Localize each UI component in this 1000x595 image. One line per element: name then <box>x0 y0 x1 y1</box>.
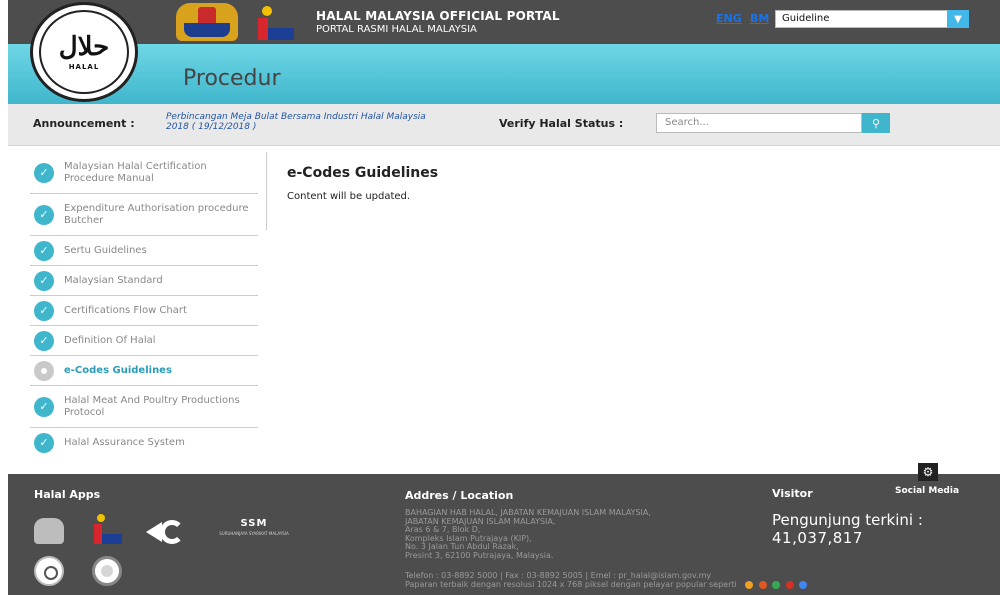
address-block: BAHAGIAN HAB HALAL, JABATAN KEMAJUAN ISL… <box>405 508 745 561</box>
ssm-subtext: SURUHANJAYA SYARIKAT MALAYSIA <box>219 531 289 536</box>
sidebar-item-halal-assurance-system[interactable]: ✓ Halal Assurance System <box>30 428 258 458</box>
app-jakim-moon <box>97 514 105 522</box>
visitor-heading: Visitor <box>772 487 813 500</box>
content-body: Content will be updated. <box>287 191 411 202</box>
search-button[interactable]: ⚲ <box>862 113 890 133</box>
check-icon: ✓ <box>34 300 54 321</box>
sidebar-item-e-codes-guidelines[interactable]: e-Codes Guidelines <box>30 356 258 386</box>
browser-icons <box>742 580 808 589</box>
app-k-logo[interactable] <box>146 518 186 544</box>
app-k-circle <box>160 520 184 544</box>
sidebar-item-label: Sertu Guidelines <box>64 244 147 256</box>
gear-icon[interactable]: ⚙ <box>918 463 938 481</box>
jakim-moon <box>262 6 272 16</box>
sidebar-item-label: Malaysian Standard <box>64 274 163 286</box>
halal-logo-script: حلال <box>58 32 110 62</box>
sidebar-item-label: Definition Of Halal <box>64 334 156 346</box>
sidebar-item-sertu-guidelines[interactable]: ✓ Sertu Guidelines <box>30 236 258 266</box>
sidebar-item-malaysian-standard[interactable]: ✓ Malaysian Standard <box>30 266 258 296</box>
halal-logo-inner: حلال HALAL <box>39 10 129 94</box>
firefox-icon <box>758 580 767 589</box>
content-divider <box>266 152 267 230</box>
sidebar-item-definition-of-halal[interactable]: ✓ Definition Of Halal <box>30 326 258 356</box>
sidebar-item-halal-certification-manual[interactable]: ✓ Malaysian Halal Certification Procedur… <box>30 152 258 194</box>
check-icon: ✓ <box>34 162 54 183</box>
app-circle-logo-1[interactable] <box>34 556 64 586</box>
sidebar-item-meat-poultry-protocol[interactable]: ✓ Halal Meat And Poultry Productions Pro… <box>30 386 258 428</box>
ie-icon <box>745 580 754 589</box>
app-jakim-red <box>94 524 102 544</box>
chrome-icon <box>772 580 781 589</box>
sidebar-item-label: Certifications Flow Chart <box>64 304 187 316</box>
app-ssm-logo[interactable]: SSM SURUHANJAYA SYARIKAT MALAYSIA <box>212 518 296 540</box>
content-title: e-Codes Guidelines <box>287 165 439 181</box>
page-title: Procedur <box>183 66 281 91</box>
procedure-sidebar: ✓ Malaysian Halal Certification Procedur… <box>30 152 258 458</box>
halal-logo-word: HALAL <box>68 63 100 71</box>
visitor-count: 41,037,817 <box>772 529 863 547</box>
opera-icon <box>785 580 794 589</box>
ssm-text: SSM <box>240 518 268 529</box>
check-icon: ✓ <box>34 396 54 417</box>
portal-subtitle: PORTAL RASMI HALAL MALAYSIA <box>316 24 477 35</box>
guideline-select[interactable]: Guideline <box>775 10 969 28</box>
check-icon: ✓ <box>34 240 54 261</box>
safari-icon <box>799 580 808 589</box>
check-icon: ✓ <box>34 204 54 225</box>
sidebar-item-label: Malaysian Halal Certification Procedure … <box>64 160 207 184</box>
visitor-count-label: Pengunjung terkini : <box>772 511 923 529</box>
resolution-line: Paparan terbaik dengan resolusi 1024 x 7… <box>405 580 808 589</box>
jakim-blue-block <box>268 28 294 40</box>
contact-line: Telefon : 03-8892 5000 | Fax : 03-8892 5… <box>405 571 712 580</box>
sidebar-item-label: Halal Meat And Poultry Productions Proto… <box>64 394 240 418</box>
sidebar-item-label: e-Codes Guidelines <box>64 364 172 376</box>
search-icon: ⚲ <box>871 116 881 130</box>
sidebar-item-expenditure-butcher[interactable]: ✓ Expenditure Authorisation procedure Bu… <box>30 194 258 236</box>
sidebar-item-label: Expenditure Authorisation procedure Butc… <box>64 202 249 226</box>
halal-logo[interactable]: حلال HALAL <box>30 2 138 102</box>
halal-apps-heading: Halal Apps <box>34 488 101 501</box>
check-icon: ✓ <box>34 330 54 351</box>
check-icon: ✓ <box>34 433 54 453</box>
app-jakim-blue <box>102 534 122 544</box>
portal-title: HALAL MALAYSIA OFFICIAL PORTAL <box>316 9 560 23</box>
verify-halal-label: Verify Halal Status : <box>499 117 624 130</box>
announcement-label: Announcement : <box>33 117 135 130</box>
resolution-text: Paparan terbaik dengan resolusi 1024 x 7… <box>405 580 737 589</box>
address-heading: Addres / Location <box>405 489 514 502</box>
lang-eng-link[interactable]: ENG <box>716 12 742 25</box>
social-media-label[interactable]: Social Media <box>895 486 959 496</box>
app-jakim-logo[interactable] <box>92 514 122 544</box>
sidebar-item-label: Halal Assurance System <box>64 437 185 448</box>
app-crest-logo[interactable] <box>34 518 64 544</box>
search-input[interactable]: Search... <box>656 113 862 133</box>
app-circle-logo-2[interactable] <box>92 556 122 586</box>
check-icon: ✓ <box>34 270 54 291</box>
address-line: Presint 3, 62100 Putrajaya, Malaysia. <box>405 550 554 560</box>
announcement-link[interactable]: Perbincangan Meja Bulat Bersama Industri… <box>166 112 446 132</box>
jakim-logo <box>252 4 294 40</box>
jakim-red-block <box>258 18 268 40</box>
sidebar-item-certification-flow-chart[interactable]: ✓ Certifications Flow Chart <box>30 296 258 326</box>
lang-bm-link[interactable]: BM <box>750 12 769 25</box>
active-dot-icon <box>34 360 54 381</box>
malaysia-crest-logo <box>176 3 238 41</box>
chevron-down-icon[interactable]: ▼ <box>947 10 969 28</box>
page: حلال HALAL HALAL MALAYSIA OFFICIAL PORTA… <box>0 0 1000 595</box>
banner <box>8 44 1000 104</box>
